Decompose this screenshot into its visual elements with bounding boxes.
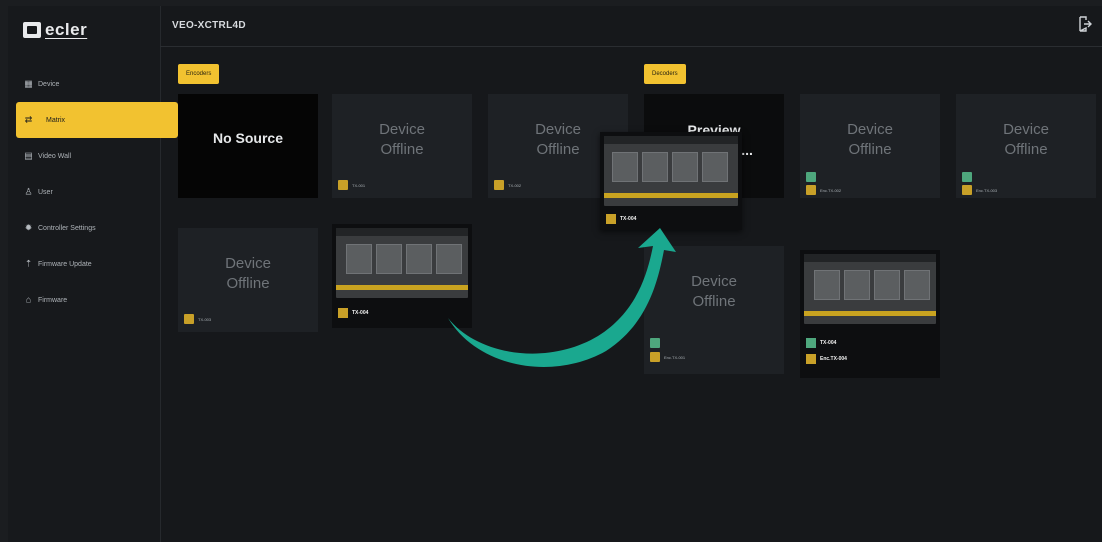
drag-arrow-icon bbox=[448, 228, 676, 367]
app-window: ecler ▦ Device ⇄ Matrix ▤ Video Wall ♙ U… bbox=[8, 6, 1102, 542]
